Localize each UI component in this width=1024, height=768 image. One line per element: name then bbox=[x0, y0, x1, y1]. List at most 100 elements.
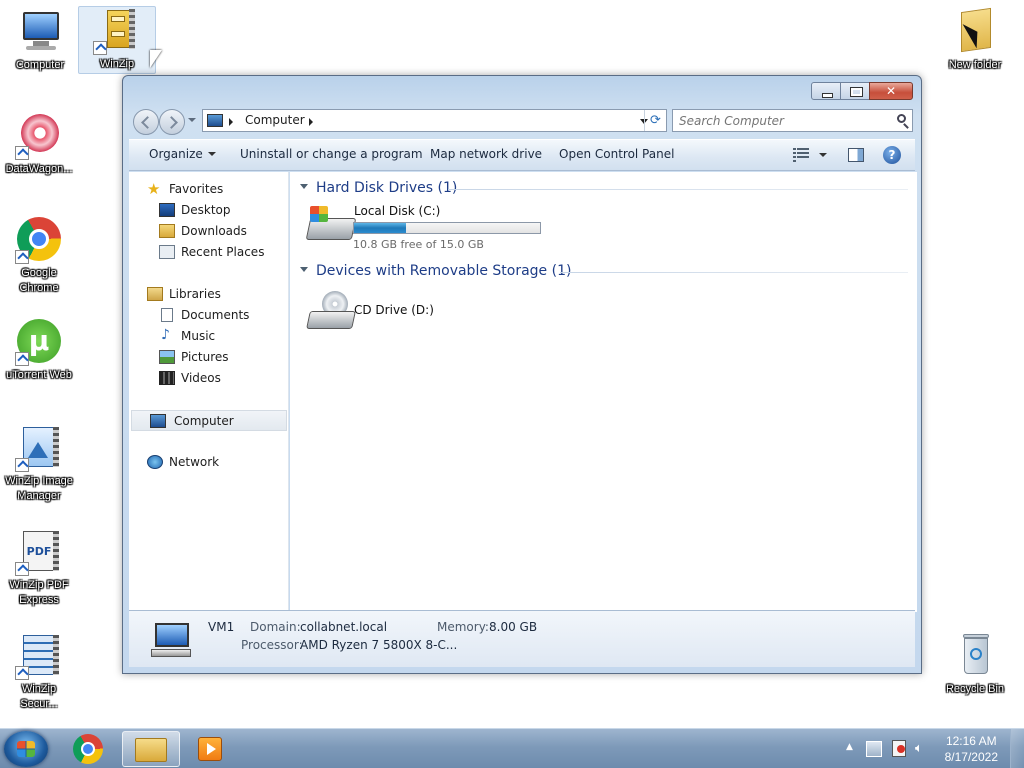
desktop-icon-label: WinZip PDF Express bbox=[9, 579, 69, 606]
mouse-cursor-icon bbox=[150, 50, 162, 68]
computer-icon bbox=[151, 621, 191, 659]
desktop-icon-winzip[interactable]: WinZip bbox=[78, 6, 156, 74]
recycle-bin-icon bbox=[951, 632, 999, 680]
navigation-pane: ★ Favorites Desktop Downloads Recent Pla… bbox=[129, 172, 289, 612]
search-icon[interactable] bbox=[897, 114, 906, 123]
address-bar[interactable]: Computer ⟳ bbox=[202, 109, 667, 132]
chevron-down-icon[interactable] bbox=[819, 153, 827, 157]
computer-icon bbox=[16, 8, 64, 56]
clock-time: 12:16 AM bbox=[945, 734, 997, 748]
volume-icon[interactable]: 🔈︎ bbox=[915, 741, 931, 757]
desktop-icon-new-folder[interactable]: New folder bbox=[936, 7, 1014, 73]
winzip-pdf-icon: PDF bbox=[15, 528, 63, 576]
shortcut-arrow-icon bbox=[15, 250, 29, 264]
back-button[interactable] bbox=[133, 109, 159, 135]
memory-value: 8.00 GB bbox=[489, 620, 538, 634]
shortcut-arrow-icon bbox=[15, 458, 29, 472]
network-icon bbox=[147, 455, 163, 469]
breadcrumb-arrow-icon[interactable] bbox=[229, 118, 233, 126]
chrome-icon bbox=[73, 734, 103, 764]
winzip-icon bbox=[93, 7, 141, 55]
change-view-icon[interactable] bbox=[793, 148, 809, 162]
close-button[interactable]: ✕ bbox=[869, 82, 913, 100]
network-tray-icon[interactable] bbox=[866, 741, 882, 757]
taskbar-explorer-button[interactable] bbox=[122, 731, 180, 767]
desktop-icon-label: Recycle Bin bbox=[945, 683, 1005, 695]
window-caption-buttons: ✕ bbox=[811, 82, 913, 100]
datawagon-icon bbox=[15, 112, 63, 160]
shortcut-arrow-icon bbox=[15, 352, 29, 366]
explorer-folder-icon bbox=[135, 738, 167, 762]
show-desktop-button[interactable] bbox=[1010, 729, 1024, 768]
group-header-hard-disk-drives[interactable]: Hard Disk Drives (1) bbox=[300, 180, 457, 196]
action-center-flag-icon[interactable] bbox=[892, 740, 906, 757]
details-pane: VM1 Domain: collabnet.local Memory: 8.00… bbox=[129, 610, 915, 667]
shortcut-arrow-icon bbox=[93, 41, 107, 55]
desktop-icon-label: uTorrent Web bbox=[6, 369, 72, 381]
desktop-icon-label: Google Chrome bbox=[19, 267, 59, 294]
refresh-button[interactable]: ⟳ bbox=[644, 110, 666, 131]
desktop-icon-utorrent[interactable]: µ uTorrent Web bbox=[0, 318, 78, 383]
command-bar: Organize Uninstall or change a program M… bbox=[129, 139, 915, 171]
search-input[interactable] bbox=[673, 110, 873, 131]
organize-button[interactable]: Organize bbox=[149, 147, 216, 161]
open-control-panel-button[interactable]: Open Control Panel bbox=[559, 147, 674, 161]
desktop-icon-label: WinZip Image Manager bbox=[5, 475, 73, 502]
desktop-icon-label: WinZip Secur... bbox=[20, 683, 58, 710]
videos-icon bbox=[159, 371, 175, 385]
collapse-arrow-icon bbox=[300, 267, 308, 272]
pictures-icon bbox=[159, 350, 175, 364]
collapse-arrow-icon bbox=[300, 184, 308, 189]
uninstall-program-button[interactable]: Uninstall or change a program bbox=[240, 147, 423, 161]
music-note-icon: ♪ bbox=[161, 327, 170, 343]
taskbar-media-player-button[interactable] bbox=[182, 731, 240, 767]
navigation-row: Computer ⟳ bbox=[131, 107, 913, 135]
desktop-icon bbox=[159, 203, 175, 217]
computer-icon bbox=[150, 414, 166, 428]
desktop-icon-winzip-image-manager[interactable]: WinZip Image Manager bbox=[0, 424, 78, 504]
chrome-icon bbox=[15, 216, 63, 264]
desktop-icon-winzip-pdf-express[interactable]: PDF WinZip PDF Express bbox=[0, 528, 78, 608]
drive-local-disk-c[interactable]: Local Disk (C:) 10.8 GB free of 15.0 GB bbox=[300, 198, 560, 254]
help-icon[interactable]: ? bbox=[883, 146, 901, 164]
content-pane: Hard Disk Drives (1) Local Disk (C:) 10.… bbox=[290, 172, 917, 612]
desktop-icon-datawagon[interactable]: DataWagon... bbox=[0, 112, 78, 177]
breadcrumb-computer[interactable]: Computer bbox=[245, 113, 305, 127]
start-button[interactable] bbox=[4, 731, 48, 767]
show-hidden-icons-button[interactable]: ▲ bbox=[846, 742, 853, 768]
group-header-removable-storage[interactable]: Devices with Removable Storage (1) bbox=[300, 263, 571, 279]
computer-icon bbox=[207, 114, 223, 127]
maximize-button[interactable] bbox=[840, 82, 870, 100]
utorrent-icon: µ bbox=[15, 318, 63, 366]
forward-button[interactable] bbox=[159, 109, 185, 135]
disk-usage-fill bbox=[354, 223, 407, 233]
windows-logo-icon bbox=[310, 206, 328, 222]
desktop-icon-label: WinZip bbox=[99, 58, 135, 70]
desktop-icon-label: DataWagon... bbox=[5, 163, 73, 175]
search-box[interactable] bbox=[672, 109, 913, 132]
desktop-icon-label: Computer bbox=[15, 59, 65, 71]
breadcrumb-arrow-icon[interactable] bbox=[309, 118, 313, 126]
libraries-icon bbox=[147, 287, 163, 301]
winzip-secure-icon bbox=[15, 632, 63, 680]
clock-date: 8/17/2022 bbox=[944, 750, 998, 764]
drive-cd-d[interactable]: CD Drive (D:) bbox=[300, 287, 500, 337]
folder-icon bbox=[951, 7, 999, 56]
desktop-icon-label: New folder bbox=[948, 59, 1002, 71]
minimize-button[interactable] bbox=[811, 82, 841, 100]
shortcut-arrow-icon bbox=[15, 666, 29, 680]
nav-item-computer[interactable]: Computer bbox=[131, 410, 287, 431]
processor-value: AMD Ryzen 7 5800X 8-C... bbox=[300, 638, 458, 652]
desktop-icon-winzip-secure[interactable]: WinZip Secur... bbox=[0, 632, 78, 712]
taskbar: ▲ 🔈︎ 12:16 AM 8/17/2022 bbox=[0, 728, 1024, 768]
map-network-drive-button[interactable]: Map network drive bbox=[430, 147, 542, 161]
desktop-icon-computer[interactable]: Computer bbox=[1, 8, 79, 73]
desktop-icon-recycle-bin[interactable]: Recycle Bin bbox=[936, 632, 1014, 697]
taskbar-chrome-button[interactable] bbox=[60, 731, 118, 767]
desktop-icon-chrome[interactable]: Google Chrome bbox=[0, 216, 78, 296]
preview-pane-icon[interactable] bbox=[848, 148, 864, 162]
recent-pages-dropdown[interactable] bbox=[188, 118, 196, 122]
system-clock[interactable]: 12:16 AM 8/17/2022 bbox=[945, 733, 998, 765]
computer-name: VM1 bbox=[208, 620, 235, 634]
downloads-folder-icon bbox=[159, 224, 175, 238]
